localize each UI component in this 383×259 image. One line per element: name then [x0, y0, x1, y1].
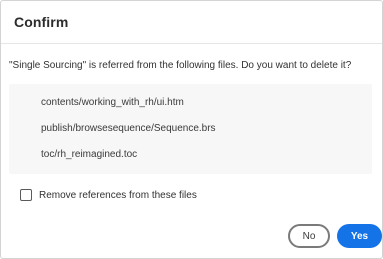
- no-button[interactable]: No: [288, 224, 330, 248]
- file-list-item: contents/working_with_rh/ui.htm: [41, 97, 184, 108]
- confirm-dialog: Confirm "Single Sourcing" is referred fr…: [0, 0, 383, 259]
- dialog-header: Confirm: [1, 1, 382, 44]
- remove-references-option[interactable]: Remove references from these files: [20, 188, 197, 202]
- yes-button[interactable]: Yes: [337, 224, 382, 248]
- remove-references-label: Remove references from these files: [39, 189, 197, 201]
- confirm-message: "Single Sourcing" is referred from the f…: [9, 60, 352, 71]
- remove-references-checkbox[interactable]: [20, 189, 32, 201]
- referencing-files-list: contents/working_with_rh/ui.htm publish/…: [9, 84, 372, 174]
- file-list-item: publish/browsesequence/Sequence.brs: [41, 123, 216, 134]
- dialog-title: Confirm: [14, 14, 69, 30]
- file-list-item: toc/rh_reimagined.toc: [41, 149, 138, 160]
